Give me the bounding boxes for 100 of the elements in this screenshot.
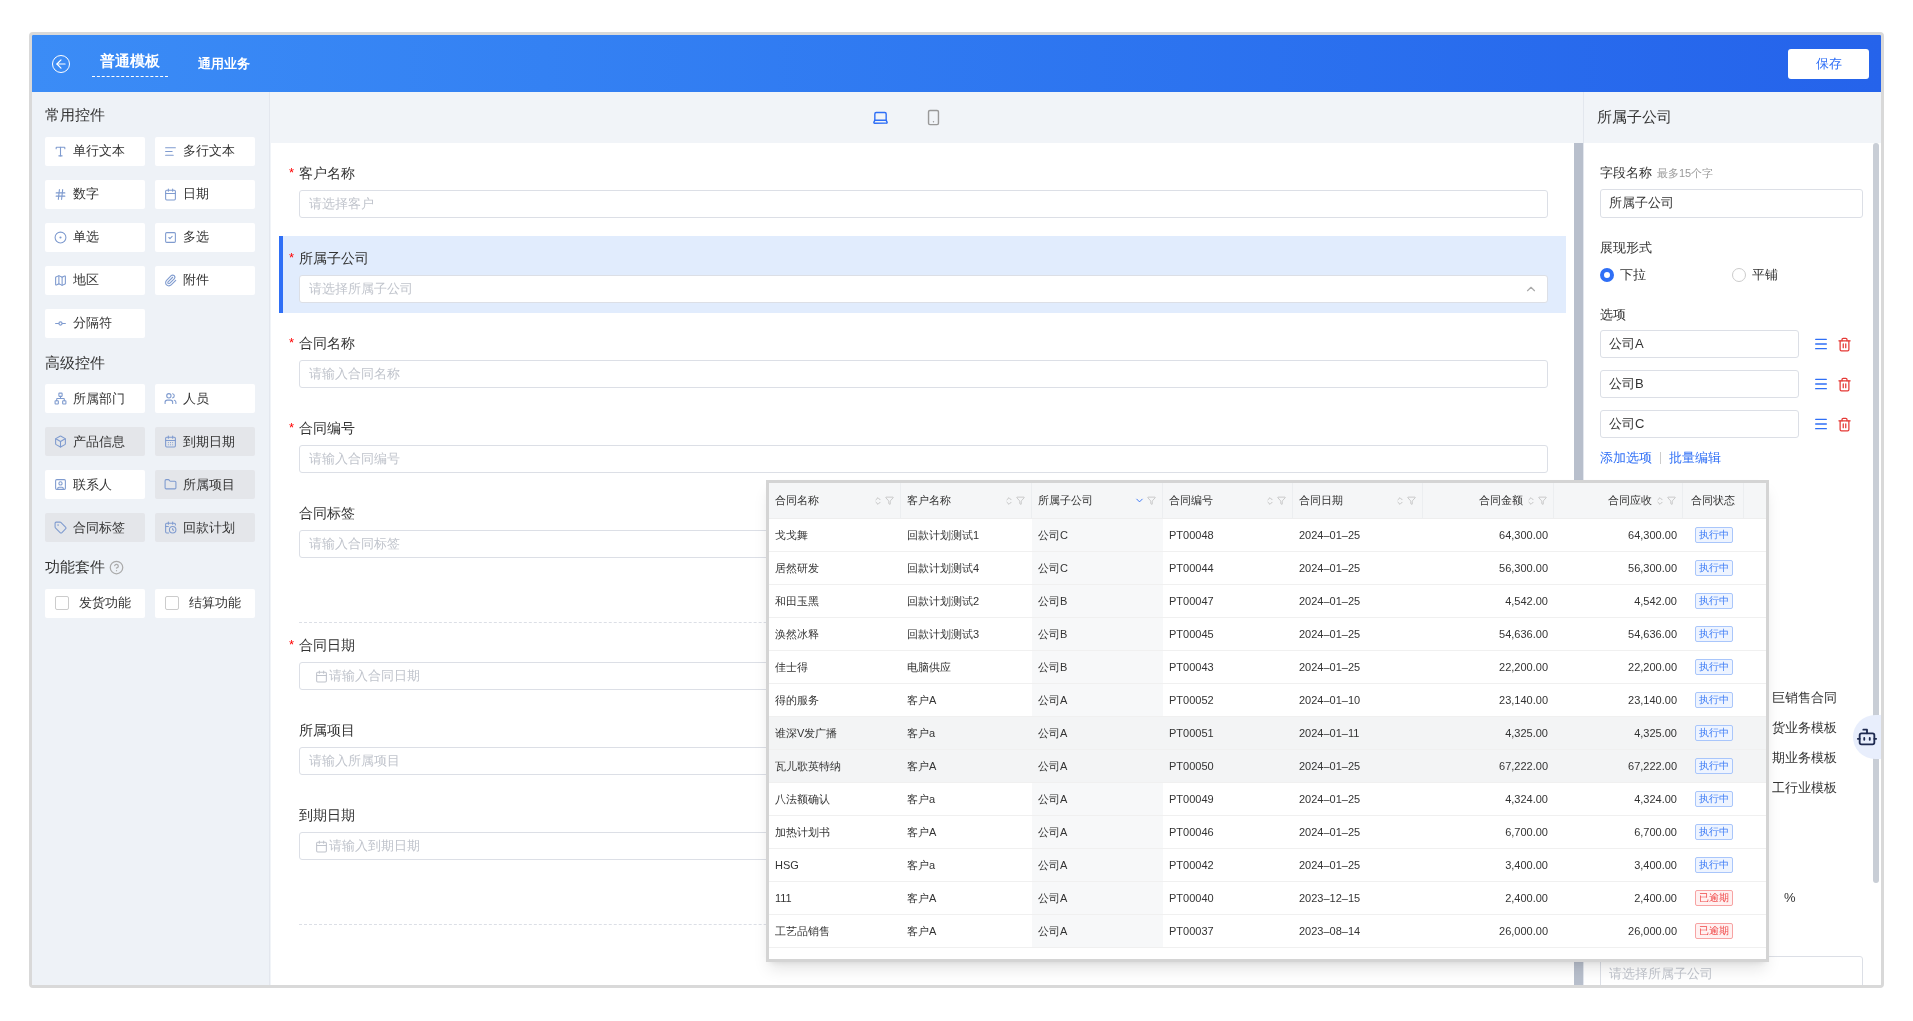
option-input[interactable]: 公司A (1600, 330, 1799, 358)
table-cell-text: 4,324.00 (1505, 791, 1548, 807)
table-row[interactable]: 佳士得 电脑供应 公司B PT00043 2024–01–25 22,200.00 22,200.00 执行中 (769, 651, 1766, 684)
control-item[interactable]: 多行文本 (155, 136, 255, 166)
table-row[interactable]: 和田玉黑 回款计划测试2 公司B PT00047 2024–01–25 4,542.00 4,542.00 执行中 (769, 585, 1766, 618)
field-label: 展现形式 (1600, 238, 1653, 257)
table-cell-text: 2024–01–11 (1299, 725, 1360, 741)
field-label: 到期日期 (299, 805, 355, 825)
column-header[interactable]: 合同编号 (1163, 483, 1293, 518)
table-cell-text: 6,700.00 (1634, 824, 1677, 840)
table-cell-text: 4,325.00 (1634, 725, 1677, 741)
batch-edit-link[interactable]: 批量编辑 (1669, 448, 1721, 468)
required-mark: * (289, 249, 295, 268)
table-cell-text: 22,200.00 (1628, 659, 1677, 675)
status-tag: 执行中 (1694, 857, 1733, 873)
table-row[interactable]: 加热计划书 客户A 公司A PT00046 2024–01–25 6,700.00 6,700.00 执行中 (769, 816, 1766, 849)
table-row[interactable]: 工艺品销售 客户A 公司A PT00037 2023–08–14 26,000.00 26,000.00 已逾期 (769, 915, 1766, 948)
control-item[interactable]: 数字 (45, 179, 145, 209)
option-input[interactable]: 公司C (1600, 410, 1799, 438)
table-cell-text: 客户a (907, 791, 936, 807)
table-row[interactable]: 瓦儿歌英特纳 客户A 公司A PT00050 2024–01–25 67,222.00 67,222.00 执行中 (769, 750, 1766, 783)
table-cell-text: 2024–01–25 (1299, 626, 1361, 642)
control-item[interactable]: 人员 (155, 384, 255, 413)
table-cell-text: 回款计划测试3 (907, 626, 980, 642)
section-title: 功能套件 (45, 557, 105, 577)
column-header[interactable]: 所属子公司 (1032, 483, 1163, 518)
field-label: 合同日期 (299, 635, 355, 655)
table-cell-text: PT00049 (1169, 791, 1214, 807)
table-row[interactable]: HSG 客户a 公司A PT00042 2024–01–25 3,400.00 3,400.00 执行中 (769, 849, 1766, 882)
table-cell-text: 客户a (907, 725, 936, 741)
table-cell-text: 公司A (1038, 692, 1068, 708)
status-tag: 执行中 (1694, 560, 1733, 576)
table-cell-text: 111 (775, 890, 792, 906)
status-tag: 执行中 (1694, 791, 1733, 807)
table-row[interactable]: 谁深V发广播 客户a 公司A PT00051 2024–01–11 4,325.00 4,325.00 执行中 (769, 717, 1766, 750)
column-header[interactable]: 合同名称 (769, 483, 901, 518)
table-cell-text: 谁深V发广播 (775, 725, 838, 741)
control-item[interactable]: 多选 (155, 222, 255, 252)
column-header[interactable]: 客户名称 (901, 483, 1032, 518)
control-item[interactable]: 所属部门 (45, 384, 145, 413)
table-row[interactable]: 涣然冰释 回款计划测试3 公司B PT00045 2024–01–25 54,636.00 54,636.00 执行中 (769, 618, 1766, 651)
status-tag: 执行中 (1694, 593, 1733, 609)
table-cell-text: 客户a (907, 857, 936, 873)
table-cell-text: 回款计划测试1 (907, 527, 980, 543)
column-header[interactable]: 合同金额 (1423, 483, 1554, 518)
table-cell-text: 瓦儿歌英特纳 (775, 758, 841, 774)
control-item[interactable]: 联系人 (45, 470, 145, 499)
table-cell-text: 佳士得 (775, 659, 808, 675)
table-cell-text: 3,400.00 (1634, 857, 1677, 873)
table-row[interactable]: 居然研发 回款计划测试4 公司C PT00044 2024–01–25 56,300.00 56,300.00 执行中 (769, 552, 1766, 585)
save-button[interactable]: 保存 (1788, 48, 1869, 79)
table-cell-text: 客户A (907, 923, 937, 939)
control-item[interactable]: 地区 (45, 265, 145, 295)
control-item[interactable]: 单行文本 (45, 136, 145, 166)
table-cell-text: PT00046 (1169, 824, 1214, 840)
template-name: 货业务模板 (1772, 718, 1837, 737)
control-item[interactable]: 日期 (155, 179, 255, 209)
table-row[interactable]: 八法额确认 客户a 公司A PT00049 2024–01–25 4,324.00 4,324.00 执行中 (769, 783, 1766, 816)
table-cell-text: 2,400.00 (1634, 890, 1677, 906)
template-name: 工行业模板 (1772, 778, 1837, 797)
column-header[interactable]: 合同状态 (1683, 483, 1744, 518)
feature-checkbox[interactable]: 结算功能 (155, 588, 255, 618)
business-tab[interactable]: 通用业务 (198, 53, 250, 74)
radio-option[interactable]: 平铺 (1731, 265, 1863, 285)
table-cell-text: 居然研发 (775, 560, 819, 576)
input-field[interactable]: 所属子公司 (1600, 188, 1863, 218)
field-label: 合同标签 (299, 503, 355, 523)
table-cell-text: 26,000.00 (1628, 923, 1677, 939)
control-item[interactable]: 附件 (155, 265, 255, 295)
radio-option[interactable]: 下拉 (1600, 265, 1732, 285)
table-cell-text: 客户A (907, 824, 937, 840)
option-input[interactable]: 公司B (1600, 370, 1799, 398)
control-item[interactable]: 单选 (45, 222, 145, 252)
status-tag: 执行中 (1694, 725, 1733, 741)
status-tag: 执行中 (1694, 692, 1733, 708)
table-cell-text: PT00043 (1169, 659, 1214, 675)
add-option-link[interactable]: 添加选项 (1600, 448, 1652, 468)
feature-checkbox[interactable]: 发货功能 (45, 588, 145, 618)
status-tag: 已逾期 (1694, 923, 1733, 939)
table-cell-text: 54,636.00 (1499, 626, 1548, 642)
panel-title: 所属子公司 (1597, 107, 1672, 128)
table-cell-text: PT00037 (1169, 923, 1214, 939)
column-header[interactable]: 合同应收 (1554, 483, 1683, 518)
table-cell-text: 3,400.00 (1505, 857, 1548, 873)
field-label: 所属子公司 (299, 248, 369, 268)
table-row[interactable]: 111 客户A 公司A PT00040 2023–12–15 2,400.00 2,400.00 已逾期 (769, 882, 1766, 915)
table-cell-text: 56,300.00 (1628, 560, 1677, 576)
table-cell-text: 客户A (907, 758, 937, 774)
percent-text: % (1784, 888, 1796, 907)
table-row[interactable]: 得的服务 客户A 公司A PT00052 2024–01–10 23,140.00 23,140.00 执行中 (769, 684, 1766, 717)
table-cell-text: 4,325.00 (1505, 725, 1548, 741)
table-cell-text: 54,636.00 (1628, 626, 1677, 642)
field-label: 客户名称 (299, 163, 355, 183)
control-item[interactable]: 分隔符 (45, 308, 145, 338)
table-cell-text: 2024–01–25 (1299, 857, 1361, 873)
required-mark: * (289, 419, 295, 438)
required-mark: * (289, 636, 295, 655)
column-header[interactable]: 合同日期 (1293, 483, 1423, 518)
table-row[interactable]: 戈戈舞 回款计划测试1 公司C PT00048 2024–01–25 64,300.00 64,300.00 执行中 (769, 519, 1766, 552)
table-cell-text: 2024–01–25 (1299, 560, 1361, 576)
